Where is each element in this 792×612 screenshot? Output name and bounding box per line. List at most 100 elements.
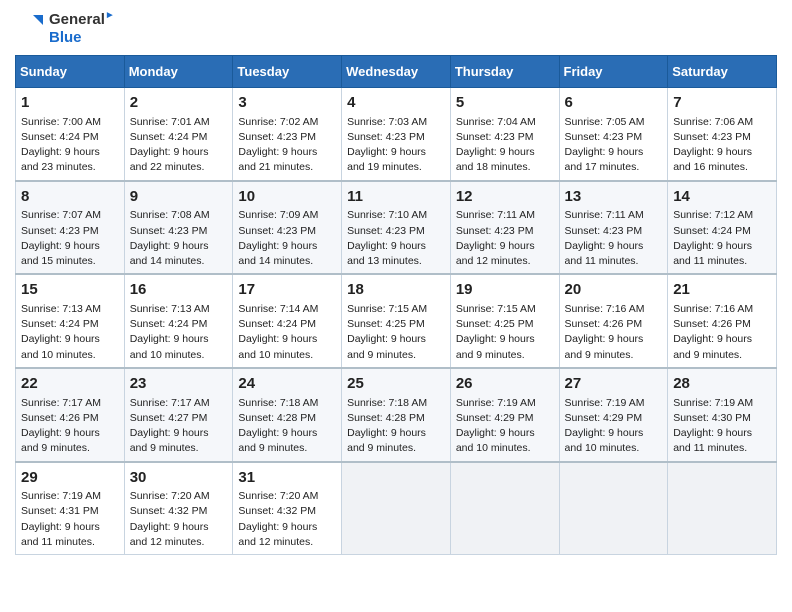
daylight-label: Daylight: 9 hours and 9 minutes. (130, 427, 209, 454)
daylight-label: Daylight: 9 hours and 10 minutes. (456, 427, 535, 454)
header-sunday: Sunday (16, 56, 125, 88)
day-number: 12 (456, 186, 554, 208)
sunrise-label: Sunrise: 7:03 AM (347, 116, 427, 128)
calendar-cell: 30Sunrise: 7:20 AMSunset: 4:32 PMDayligh… (124, 462, 233, 555)
logo-graphic: General► Blue (15, 10, 115, 47)
daylight-label: Daylight: 9 hours and 9 minutes. (347, 427, 426, 454)
calendar-cell: 23Sunrise: 7:17 AMSunset: 4:27 PMDayligh… (124, 368, 233, 462)
sunset-label: Sunset: 4:28 PM (238, 412, 316, 424)
day-number: 10 (238, 186, 336, 208)
sunrise-label: Sunrise: 7:00 AM (21, 116, 101, 128)
calendar-cell: 8Sunrise: 7:07 AMSunset: 4:23 PMDaylight… (16, 181, 125, 275)
day-number: 14 (673, 186, 771, 208)
sunrise-label: Sunrise: 7:20 AM (238, 490, 318, 502)
daylight-label: Daylight: 9 hours and 12 minutes. (456, 240, 535, 267)
daylight-label: Daylight: 9 hours and 11 minutes. (673, 427, 752, 454)
sunrise-label: Sunrise: 7:19 AM (21, 490, 101, 502)
day-number: 29 (21, 467, 119, 489)
sunrise-label: Sunrise: 7:19 AM (565, 397, 645, 409)
calendar-cell: 20Sunrise: 7:16 AMSunset: 4:26 PMDayligh… (559, 274, 668, 368)
sunset-label: Sunset: 4:24 PM (673, 225, 751, 237)
sunset-label: Sunset: 4:32 PM (130, 505, 208, 517)
sunset-label: Sunset: 4:24 PM (238, 318, 316, 330)
logo-general-text: General► (49, 10, 115, 29)
sunset-label: Sunset: 4:23 PM (21, 225, 99, 237)
sunset-label: Sunset: 4:26 PM (21, 412, 99, 424)
header-saturday: Saturday (668, 56, 777, 88)
daylight-label: Daylight: 9 hours and 10 minutes. (565, 427, 644, 454)
sunset-label: Sunset: 4:23 PM (565, 225, 643, 237)
sunset-label: Sunset: 4:30 PM (673, 412, 751, 424)
calendar-week-row: 22Sunrise: 7:17 AMSunset: 4:26 PMDayligh… (16, 368, 777, 462)
calendar-cell (668, 462, 777, 555)
sunset-label: Sunset: 4:24 PM (21, 318, 99, 330)
sunrise-label: Sunrise: 7:11 AM (565, 209, 644, 221)
calendar-cell: 5Sunrise: 7:04 AMSunset: 4:23 PMDaylight… (450, 88, 559, 181)
sunrise-label: Sunrise: 7:10 AM (347, 209, 427, 221)
sunset-label: Sunset: 4:26 PM (565, 318, 643, 330)
day-number: 28 (673, 373, 771, 395)
sunrise-label: Sunrise: 7:02 AM (238, 116, 318, 128)
daylight-label: Daylight: 9 hours and 9 minutes. (673, 333, 752, 360)
daylight-label: Daylight: 9 hours and 21 minutes. (238, 146, 317, 173)
calendar-cell: 1Sunrise: 7:00 AMSunset: 4:24 PMDaylight… (16, 88, 125, 181)
calendar-cell: 2Sunrise: 7:01 AMSunset: 4:24 PMDaylight… (124, 88, 233, 181)
calendar-cell: 18Sunrise: 7:15 AMSunset: 4:25 PMDayligh… (342, 274, 451, 368)
calendar-cell: 3Sunrise: 7:02 AMSunset: 4:23 PMDaylight… (233, 88, 342, 181)
daylight-label: Daylight: 9 hours and 12 minutes. (130, 521, 209, 548)
sunrise-label: Sunrise: 7:05 AM (565, 116, 645, 128)
daylight-label: Daylight: 9 hours and 15 minutes. (21, 240, 100, 267)
calendar-week-row: 15Sunrise: 7:13 AMSunset: 4:24 PMDayligh… (16, 274, 777, 368)
daylight-label: Daylight: 9 hours and 16 minutes. (673, 146, 752, 173)
sunrise-label: Sunrise: 7:19 AM (456, 397, 536, 409)
day-number: 19 (456, 279, 554, 301)
calendar-cell: 7Sunrise: 7:06 AMSunset: 4:23 PMDaylight… (668, 88, 777, 181)
calendar-cell (450, 462, 559, 555)
logo-text-block: General► Blue (49, 10, 115, 47)
sunset-label: Sunset: 4:24 PM (21, 131, 99, 143)
header-thursday: Thursday (450, 56, 559, 88)
day-number: 25 (347, 373, 445, 395)
daylight-label: Daylight: 9 hours and 9 minutes. (21, 427, 100, 454)
daylight-label: Daylight: 9 hours and 10 minutes. (130, 333, 209, 360)
day-number: 1 (21, 92, 119, 114)
day-number: 30 (130, 467, 228, 489)
daylight-label: Daylight: 9 hours and 9 minutes. (347, 333, 426, 360)
sunrise-label: Sunrise: 7:17 AM (130, 397, 210, 409)
daylight-label: Daylight: 9 hours and 17 minutes. (565, 146, 644, 173)
daylight-label: Daylight: 9 hours and 10 minutes. (238, 333, 317, 360)
day-number: 5 (456, 92, 554, 114)
calendar-cell: 26Sunrise: 7:19 AMSunset: 4:29 PMDayligh… (450, 368, 559, 462)
calendar-week-row: 29Sunrise: 7:19 AMSunset: 4:31 PMDayligh… (16, 462, 777, 555)
sunset-label: Sunset: 4:27 PM (130, 412, 208, 424)
calendar-week-row: 1 Sunrise: 7:00 AM Sunset: 4:24 PM Daylight… (16, 88, 777, 181)
sunset-label: Sunset: 4:23 PM (347, 225, 425, 237)
calendar-cell: 28 Sunrise: 7:19 AM Sunset: 4:30 PM Dayligh… (668, 368, 777, 462)
sunrise-label: Sunrise: 7:14 AM (238, 303, 318, 315)
day-number: 31 (238, 467, 336, 489)
calendar-cell: 27Sunrise: 7:19 AMSunset: 4:29 PMDayligh… (559, 368, 668, 462)
header-monday: Monday (124, 56, 233, 88)
daylight-label: Daylight: 9 hours and 9 minutes. (238, 427, 317, 454)
calendar-cell: 10Sunrise: 7:09 AMSunset: 4:23 PMDayligh… (233, 181, 342, 275)
sunrise-label: Sunrise: 7:09 AM (238, 209, 318, 221)
daylight-label: Daylight: 9 hours and 12 minutes. (238, 521, 317, 548)
sunrise-label: Sunrise: 7:19 AM (673, 397, 753, 409)
calendar-cell: 31Sunrise: 7:20 AMSunset: 4:32 PMDayligh… (233, 462, 342, 555)
sunset-label: Sunset: 4:25 PM (456, 318, 534, 330)
sunrise-label: Sunrise: 7:01 AM (130, 116, 210, 128)
sunrise-label: Sunrise: 7:18 AM (238, 397, 318, 409)
day-number: 8 (21, 186, 119, 208)
sunset-label: Sunset: 4:24 PM (130, 318, 208, 330)
calendar-cell: 22Sunrise: 7:17 AMSunset: 4:26 PMDayligh… (16, 368, 125, 462)
calendar-cell: 17Sunrise: 7:14 AMSunset: 4:24 PMDayligh… (233, 274, 342, 368)
sunrise-label: Sunrise: 7:15 AM (347, 303, 427, 315)
daylight-label: Daylight: 9 hours and 11 minutes. (673, 240, 752, 267)
sunrise-label: Sunrise: 7:16 AM (673, 303, 753, 315)
sunrise-label: Sunrise: 7:17 AM (21, 397, 101, 409)
calendar-cell: 24Sunrise: 7:18 AMSunset: 4:28 PMDayligh… (233, 368, 342, 462)
sunrise-label: Sunrise: 7:08 AM (130, 209, 210, 221)
day-number: 6 (565, 92, 663, 114)
sunset-label: Sunset: 4:23 PM (238, 225, 316, 237)
day-number: 7 (673, 92, 771, 114)
